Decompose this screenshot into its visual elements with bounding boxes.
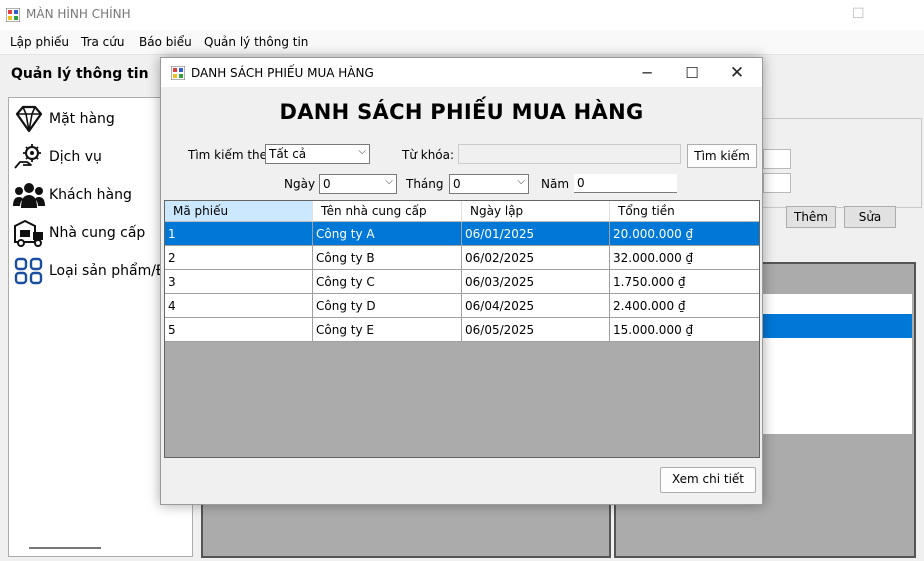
table-row[interactable]: 1 Công ty A 06/01/2025 20.000.000 ₫ [165,222,759,246]
sidebar-item-label: Loại sản phẩm/Đơ [49,263,176,279]
table-cell[interactable]: 06/04/2025 [462,294,610,317]
truck-icon [14,219,43,247]
menu-bar: Lập phiếu Tra cứu Báo biểu Quản lý thông… [0,30,924,55]
table-row[interactable]: 2 Công ty B 06/02/2025 32.000.000 ₫ [165,246,759,270]
sidebar-item-label: Khách hàng [49,187,132,203]
month-label: Tháng [406,177,444,191]
column-header-ma-phieu[interactable]: Mã phiếu [165,201,313,222]
table-cell[interactable]: 06/05/2025 [462,318,610,341]
table-cell[interactable]: 06/03/2025 [462,270,610,293]
edit-button[interactable]: Sửa [844,206,896,228]
day-select[interactable]: 0 ⌵ [319,174,397,194]
day-label: Ngày [284,177,316,191]
table-cell[interactable]: 06/02/2025 [462,246,610,269]
maximize-icon[interactable]: ☐ [670,60,714,86]
add-button[interactable]: Thêm [786,206,836,228]
column-header-ngay-lap[interactable]: Ngày lập [462,201,610,222]
sidebar-scrollbar[interactable] [29,547,101,549]
grid-icon [14,257,43,285]
table-cell[interactable]: 4 [165,294,313,317]
minimize-icon[interactable]: ─ [625,60,669,86]
maximize-icon[interactable]: ☐ [852,6,865,22]
column-header-tong-tien[interactable]: Tổng tiền [610,201,759,222]
table-cell[interactable]: Công ty C [313,270,462,293]
keyword-label: Từ khóa: [402,148,455,162]
app-icon [171,66,185,80]
sidebar-item-label: Dịch vụ [49,149,102,165]
table-cell[interactable]: 5 [165,318,313,341]
info-field-1[interactable] [763,149,791,169]
keyword-input[interactable] [458,144,681,164]
table-cell[interactable]: 32.000.000 ₫ [610,246,759,269]
diamond-icon [15,105,43,133]
table-cell[interactable]: Công ty D [313,294,462,317]
main-window-titlebar: MÀN HÌNH CHÍNH ☐ [0,0,924,30]
chevron-down-icon: ⌵ [385,176,393,187]
chevron-down-icon: ⌵ [358,146,366,157]
main-window-title: MÀN HÌNH CHÍNH [26,7,131,21]
table-cell[interactable]: 3 [165,270,313,293]
purchase-list-dialog: DANH SÁCH PHIẾU MUA HÀNG ─ ☐ ✕ DANH SÁCH… [160,57,763,505]
menu-tra-cuu[interactable]: Tra cứu [81,35,124,49]
purchase-data-grid[interactable]: Mã phiếu Tên nhà cung cấp Ngày lập Tổng … [164,200,760,458]
gear-hand-icon [14,144,41,169]
table-row[interactable]: 5 Công ty E 06/05/2025 15.000.000 ₫ [165,318,759,342]
month-select[interactable]: 0 ⌵ [449,174,529,194]
dialog-titlebar: DANH SÁCH PHIẾU MUA HÀNG ─ ☐ ✕ [161,58,762,87]
info-groupbox [762,118,922,208]
close-icon[interactable]: ✕ [715,60,759,86]
table-cell[interactable]: 15.000.000 ₫ [610,318,759,341]
table-cell[interactable]: 1.750.000 ₫ [610,270,759,293]
table-cell[interactable]: 1 [165,222,313,245]
app-icon [6,8,20,22]
page-title: DANH SÁCH PHIẾU MUA HÀNG [279,100,644,124]
table-cell[interactable]: Công ty E [313,318,462,341]
sidebar-title: Quản lý thông tin [11,66,149,82]
search-button[interactable]: Tìm kiếm [687,144,757,168]
dialog-title: DANH SÁCH PHIẾU MUA HÀNG [191,66,374,80]
menu-quan-ly-thong-tin[interactable]: Quản lý thông tin [204,35,308,49]
menu-lap-phieu[interactable]: Lập phiếu [10,35,69,49]
view-detail-button[interactable]: Xem chi tiết [660,467,756,493]
menu-bao-bieu[interactable]: Báo biểu [139,35,192,49]
table-row[interactable]: 4 Công ty D 06/04/2025 2.400.000 ₫ [165,294,759,318]
table-cell[interactable]: 2.400.000 ₫ [610,294,759,317]
people-icon [13,183,45,208]
sidebar-item-label: Nhà cung cấp [49,225,146,241]
column-header-ten-nha-cung-cap[interactable]: Tên nhà cung cấp [313,201,462,222]
sidebar-item-label: Mặt hàng [49,111,115,127]
year-input[interactable]: 0 [574,174,677,193]
table-cell[interactable]: Công ty B [313,246,462,269]
search-by-select[interactable]: Tất cả ⌵ [265,144,370,164]
table-cell[interactable]: 06/01/2025 [462,222,610,245]
table-cell[interactable]: Công ty A [313,222,462,245]
table-cell[interactable]: 20.000.000 ₫ [610,222,759,245]
chevron-down-icon: ⌵ [517,176,525,187]
table-row[interactable]: 3 Công ty C 06/03/2025 1.750.000 ₫ [165,270,759,294]
main-data-grid-left[interactable] [201,500,611,558]
info-field-2[interactable] [763,173,791,193]
year-label: Năm [541,177,570,191]
table-cell[interactable]: 2 [165,246,313,269]
